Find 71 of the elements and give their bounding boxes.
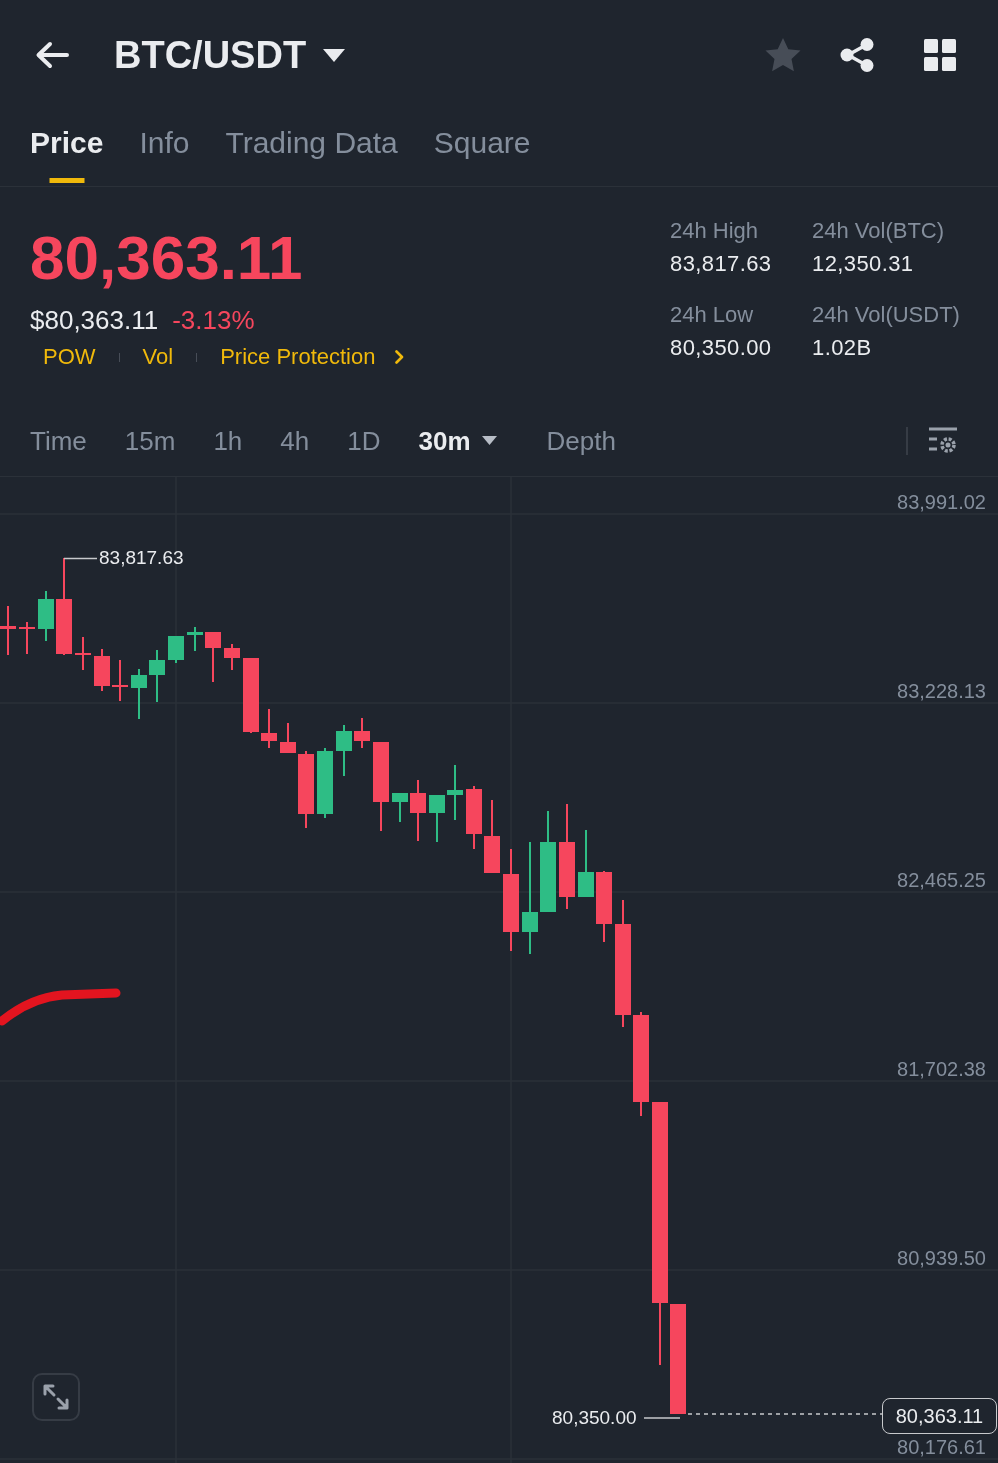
stat-label: 24h High [670,217,760,245]
candle [149,650,165,702]
price-change: -3.13% [172,304,255,336]
interval-tab[interactable]: 15m [124,424,176,457]
last-price: 80,363.11 [30,223,303,293]
star-icon[interactable] [765,38,801,72]
candle [354,718,370,748]
candle [112,660,128,701]
settings-icon[interactable] [928,426,958,455]
tab[interactable]: Price [30,110,104,186]
stat-value: 80,350.00 [670,334,773,362]
candle [19,622,35,654]
candle [38,591,54,641]
stat-label: 24h Vol(BTC) [812,217,946,245]
tab[interactable]: Info [139,110,190,186]
price-axis-label: 80,176.61 [897,1434,986,1459]
interval-tab[interactable]: 4h [280,424,310,457]
tab[interactable]: Trading Data [225,110,398,186]
interval-tab[interactable]: Depth [546,424,616,457]
grid-icon[interactable] [924,39,956,71]
candle [392,793,408,822]
high-price-label: 83,817.63 [99,546,184,570]
stat-value: 83,817.63 [670,250,773,278]
chevron-right-icon [395,350,405,364]
candle [261,709,277,748]
last-price-tag: 80,363.11 [882,1398,997,1434]
leader-line [63,557,98,560]
leader-line [643,1417,681,1419]
caret-icon [481,436,497,445]
tag-label: Vol [142,343,174,371]
share-icon[interactable] [840,38,874,72]
interval-tab[interactable]: 1D [347,424,381,457]
candle [429,795,445,842]
price-axis-label: 81,702.38 [897,1056,986,1081]
candle [447,765,463,820]
expand-icon [42,1383,70,1411]
tab[interactable]: Square [433,110,531,186]
candle [466,786,482,849]
candle [205,632,221,682]
candle [336,725,352,776]
interval-tab[interactable]: Time [30,424,87,457]
back-arrow-icon[interactable] [35,41,69,69]
price-axis-label: 80,939.50 [897,1245,986,1270]
candle [280,723,296,753]
candle [94,649,110,691]
price-axis-label: 82,465.25 [897,867,986,892]
tag-label: POW [43,343,96,371]
stat-label: 24h Vol(USDT) [812,301,961,329]
price-protection-link[interactable]: Price Protection [220,342,405,372]
interval-tab[interactable]: 1h [213,424,243,457]
pair-selector[interactable]: BTC/USDT [114,33,346,77]
price-axis-label: 83,991.02 [897,489,986,514]
stat-value: 12,350.31 [812,250,915,278]
candle [0,606,16,655]
low-price-label: 80,350.00 [552,1406,637,1430]
fullscreen-button[interactable] [32,1373,80,1421]
candle [75,637,91,670]
candle [187,627,203,651]
candle [168,636,184,663]
candle [578,830,594,897]
caret-icon [323,48,346,62]
candle [131,669,147,719]
usd-price: $80,363.11 [30,304,159,336]
candle [410,780,426,841]
interval-dropdown[interactable]: 30m [418,424,509,457]
candle [224,644,240,670]
candle [596,871,612,942]
price-axis-label: 83,228.13 [897,678,986,703]
stat-value: 1.02B [812,334,873,362]
candle [317,748,333,818]
stat-label: 24h Low [670,301,755,329]
